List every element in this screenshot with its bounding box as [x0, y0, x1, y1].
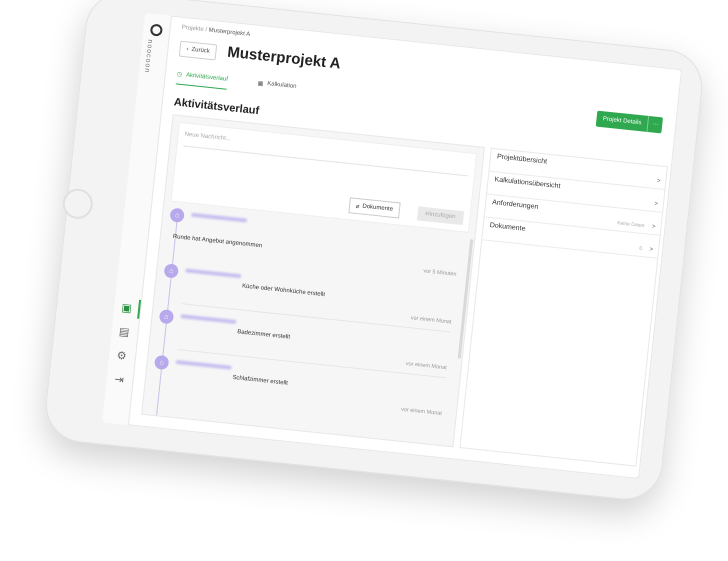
- brand-name: noocoon: [142, 39, 154, 74]
- gear-icon[interactable]: ⚙: [113, 347, 129, 363]
- back-button[interactable]: ‹ Zurück: [178, 40, 218, 61]
- chevron-right-icon: >: [656, 178, 661, 185]
- home-icon: ⌂: [158, 309, 175, 325]
- breadcrumb: Projekte / Musterprojekt A: [181, 25, 250, 38]
- side-item-label: Anforderungen: [491, 199, 539, 211]
- entry-time: vor einem Monat: [405, 360, 447, 372]
- home-button: [61, 187, 95, 221]
- paperclip-icon: ⌀: [355, 203, 360, 210]
- entry-text: Runde hat Angebot angenommen: [172, 233, 263, 250]
- tab-calculation[interactable]: ▦ Kalkulation: [257, 77, 297, 97]
- side-item-label: Dokumente: [489, 222, 526, 233]
- projects-icon[interactable]: ▣: [118, 300, 134, 316]
- tab-calculation-label: Kalkulation: [266, 80, 297, 91]
- blurred-user-name: [180, 314, 237, 325]
- tab-activity[interactable]: ◷ Aktivitätsverlauf: [175, 68, 229, 90]
- chevron-right-icon: >: [651, 223, 656, 231]
- chevron-left-icon: ‹: [186, 46, 189, 53]
- chevron-right-icon: >: [654, 201, 659, 208]
- user-avatar-icon: ⌂: [169, 207, 185, 223]
- side-item-meta: Keine Daten: [616, 220, 645, 230]
- more-options-button[interactable]: ···: [646, 115, 664, 134]
- page-title: Musterprojekt A: [226, 43, 342, 73]
- entry-text: Küche oder Wohnküche erstellt: [241, 283, 326, 299]
- project-details-label: Projekt Details: [602, 116, 642, 127]
- main-area: Projekte / Musterprojekt A ‹ Zurück Must…: [128, 16, 682, 479]
- documents-label: Dokumente: [362, 203, 394, 213]
- tab-activity-label: Aktivitätsverlauf: [185, 71, 229, 83]
- chevron-right-icon: >: [649, 246, 654, 254]
- project-details-button[interactable]: Projekt Details ···: [596, 110, 664, 134]
- entry-time: vor einem Monat: [410, 315, 452, 326]
- blurred-user-name: [191, 212, 248, 223]
- activity-timeline: ⌂ Runde hat Angebot angenommen vor 5 Min…: [148, 207, 468, 445]
- breadcrumb-current: Musterprojekt A: [208, 27, 251, 38]
- entry-time: vor einem Monat: [400, 406, 443, 417]
- breadcrumb-root[interactable]: Projekte: [181, 25, 204, 33]
- logout-icon[interactable]: ⇥: [111, 371, 127, 387]
- activity-panel: Neue Nachricht... ⌀ Dokumente Hinzufügen…: [141, 114, 485, 448]
- blurred-user-name: [185, 268, 242, 279]
- add-button[interactable]: Hinzufügen: [416, 206, 465, 226]
- project-side-panel: Projektübersicht > Kalkulationsübersicht…: [459, 147, 668, 467]
- tablet-frame: noocoon ▣ ▤ ⚙ ⇥ Projekte / Musterprojekt…: [42, 0, 706, 504]
- entry-text: Badezimmer erstellt: [236, 329, 291, 341]
- brand-logo-icon: [149, 23, 163, 37]
- back-label: Zurück: [191, 46, 211, 55]
- tab-bar: ◷ Aktivitätsverlauf ▦ Kalkulation: [175, 68, 297, 97]
- catalog-icon[interactable]: ▤: [116, 324, 132, 340]
- side-item-label: Kalkulationsübersicht: [494, 176, 561, 191]
- message-input[interactable]: Neue Nachricht...: [183, 131, 470, 177]
- side-item-meta: 0: [639, 245, 643, 253]
- entry-text: Schlafzimmer erstellt: [232, 374, 289, 387]
- home-icon: ⌂: [153, 354, 170, 371]
- app-screen: noocoon ▣ ▤ ⚙ ⇥ Projekte / Musterprojekt…: [102, 12, 683, 479]
- clock-icon: ◷: [176, 71, 183, 78]
- side-item-label: Projektübersicht: [496, 153, 548, 166]
- blurred-user-name: [175, 359, 232, 370]
- activity-section-title: Aktivitätsverlauf: [173, 96, 260, 118]
- home-icon: ⌂: [163, 263, 179, 279]
- breadcrumb-separator: /: [205, 27, 208, 34]
- documents-button[interactable]: ⌀ Dokumente: [347, 197, 401, 219]
- calculator-icon: ▦: [257, 80, 264, 88]
- entry-time: vor 5 Minuten: [422, 268, 457, 278]
